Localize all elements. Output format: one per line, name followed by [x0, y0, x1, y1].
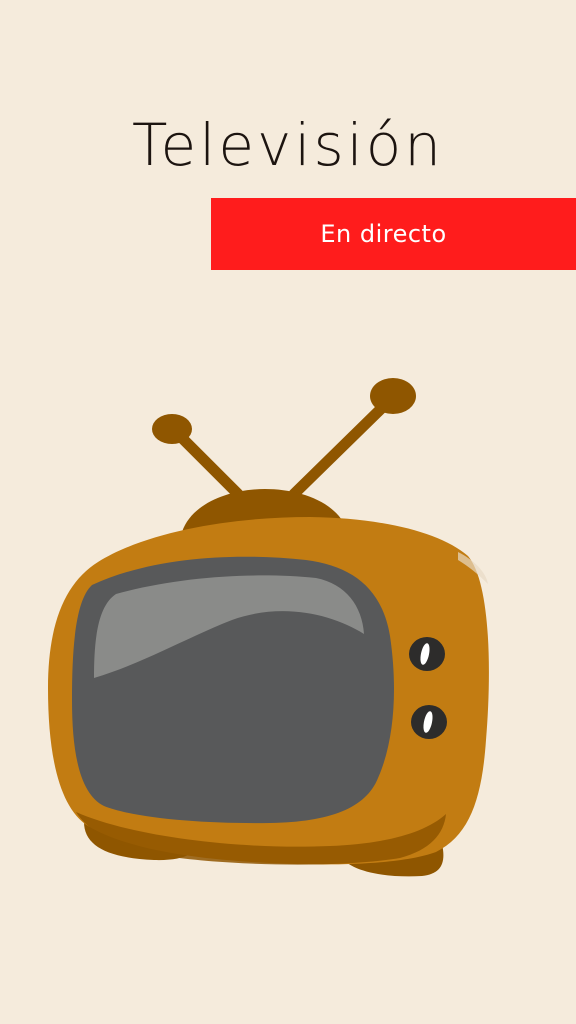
antenna-left [152, 414, 244, 500]
live-banner[interactable]: En directo [211, 198, 576, 270]
retro-television-icon [48, 378, 489, 877]
tv-knob-top [409, 637, 445, 671]
tv-knob-bottom [411, 705, 447, 739]
page-title: Televisión [131, 110, 445, 179]
antenna-right [288, 378, 416, 500]
live-banner-label: En directo [320, 220, 447, 248]
